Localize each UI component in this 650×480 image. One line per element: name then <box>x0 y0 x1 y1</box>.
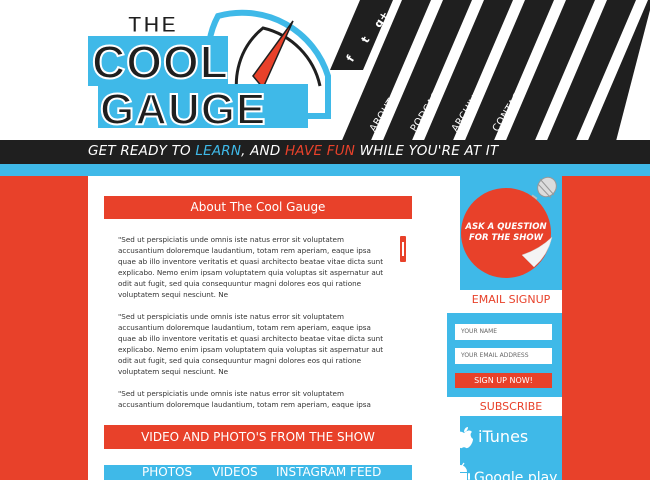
tagline-learn: LEARN <box>195 143 242 159</box>
site-header: THE COOL GAUGE f t g+ HOME ABOUT PODCAST… <box>0 0 650 140</box>
ask-line: FOR THE SHOW <box>468 233 544 243</box>
about-text: "Sed ut perspiciatis unde omnis iste nat… <box>118 234 390 410</box>
tagline-part: WHILE YOU'RE AT IT <box>355 143 499 159</box>
cool-gauge-logo[interactable]: THE COOL GAUGE <box>88 6 338 134</box>
email-field[interactable] <box>455 348 552 364</box>
tagline-bar: GET READY TO LEARN, AND HAVE FUN WHILE Y… <box>0 140 650 164</box>
name-field[interactable] <box>455 324 552 340</box>
about-paragraph: "Sed ut perspiciatis unde omnis iste nat… <box>118 235 384 299</box>
tagline-have-fun: HAVE FUN <box>284 143 356 159</box>
about-scrollbar[interactable] <box>400 236 406 262</box>
tagline: GET READY TO LEARN, AND HAVE FUN WHILE Y… <box>88 143 498 159</box>
logo-the: THE <box>128 12 178 37</box>
tab-instagram-feed[interactable]: INSTAGRAM FEED <box>276 465 381 480</box>
logo-cool: COOL <box>92 36 229 88</box>
about-paragraph: "Sed ut perspiciatis unde omnis iste nat… <box>118 312 384 376</box>
tab-photos[interactable]: PHOTOS <box>142 465 192 480</box>
android-icon <box>450 462 470 480</box>
google-play-label: Google play <box>474 470 558 480</box>
tagline-part: GET READY TO <box>88 143 196 159</box>
logo-gauge: GAUGE <box>100 85 266 134</box>
itunes-label: iTunes <box>478 427 529 446</box>
ask-line: ASK A QUESTION <box>465 222 547 232</box>
about-paragraph: "Sed ut perspiciatis unde omnis iste nat… <box>118 389 371 409</box>
media-tabs: PHOTOS VIDEOS INSTAGRAM FEED <box>104 465 412 480</box>
tab-videos[interactable]: VIDEOS <box>212 465 258 480</box>
tagline-part: , AND <box>241 143 285 159</box>
video-section-title: VIDEO AND PHOTO'S FROM THE SHOW <box>104 425 412 449</box>
email-signup-title: EMAIL SIGNUP <box>471 293 551 306</box>
sign-up-button[interactable]: SIGN UP NOW! <box>455 373 552 388</box>
apple-icon <box>455 427 473 449</box>
ask-question-text[interactable]: ASK A QUESTION FOR THE SHOW <box>460 222 552 244</box>
subscribe-title: SUBSCRIBE <box>479 400 543 413</box>
about-title: About The Cool Gauge <box>104 196 412 219</box>
